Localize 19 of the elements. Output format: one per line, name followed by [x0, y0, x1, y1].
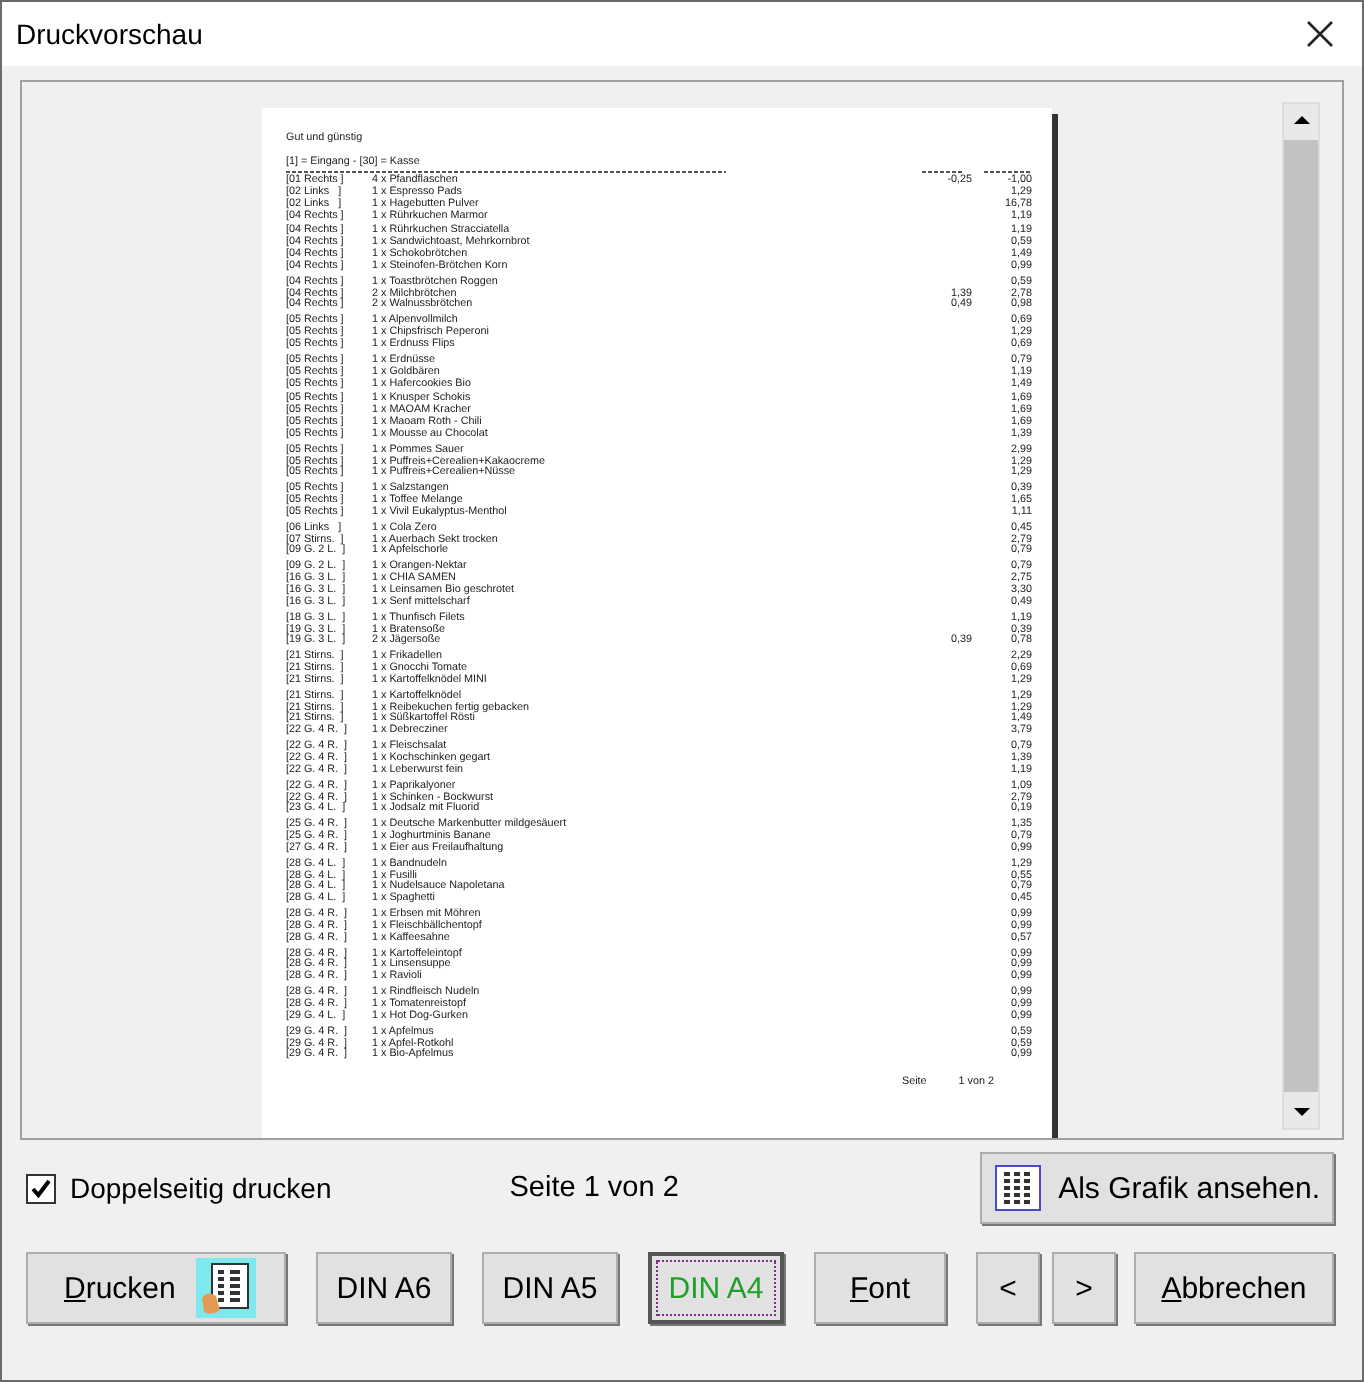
dashed-rule [922, 170, 962, 174]
cancel-button[interactable]: Abbrechen [1134, 1252, 1334, 1324]
page-with-hand-icon [196, 1258, 256, 1318]
page-nav-button[interactable]: < [976, 1252, 1040, 1324]
print-button[interactable]: Drucken [26, 1252, 286, 1324]
duplex-label[interactable]: Doppelseitig drucken [70, 1172, 332, 1204]
scrollbar[interactable] [1282, 102, 1320, 1130]
scrollbar-thumb[interactable] [1284, 140, 1318, 1092]
duplex-checkbox[interactable] [26, 1173, 56, 1203]
view-as-graphic-button[interactable]: Als Grafik ansehen. [980, 1152, 1334, 1224]
page-nav-button[interactable]: > [1052, 1252, 1116, 1324]
paper-size-button[interactable]: DIN A6 [316, 1252, 452, 1324]
page-indicator: Seite 1 von 2 [509, 1172, 679, 1204]
window-title: Druckvorschau [16, 18, 203, 50]
paper-size-button[interactable]: DIN A5 [482, 1252, 618, 1324]
dotted-page-icon [994, 1164, 1043, 1212]
dashed-rule [984, 170, 1032, 174]
font-button[interactable]: Font [814, 1252, 946, 1324]
close-icon[interactable] [1306, 20, 1334, 48]
